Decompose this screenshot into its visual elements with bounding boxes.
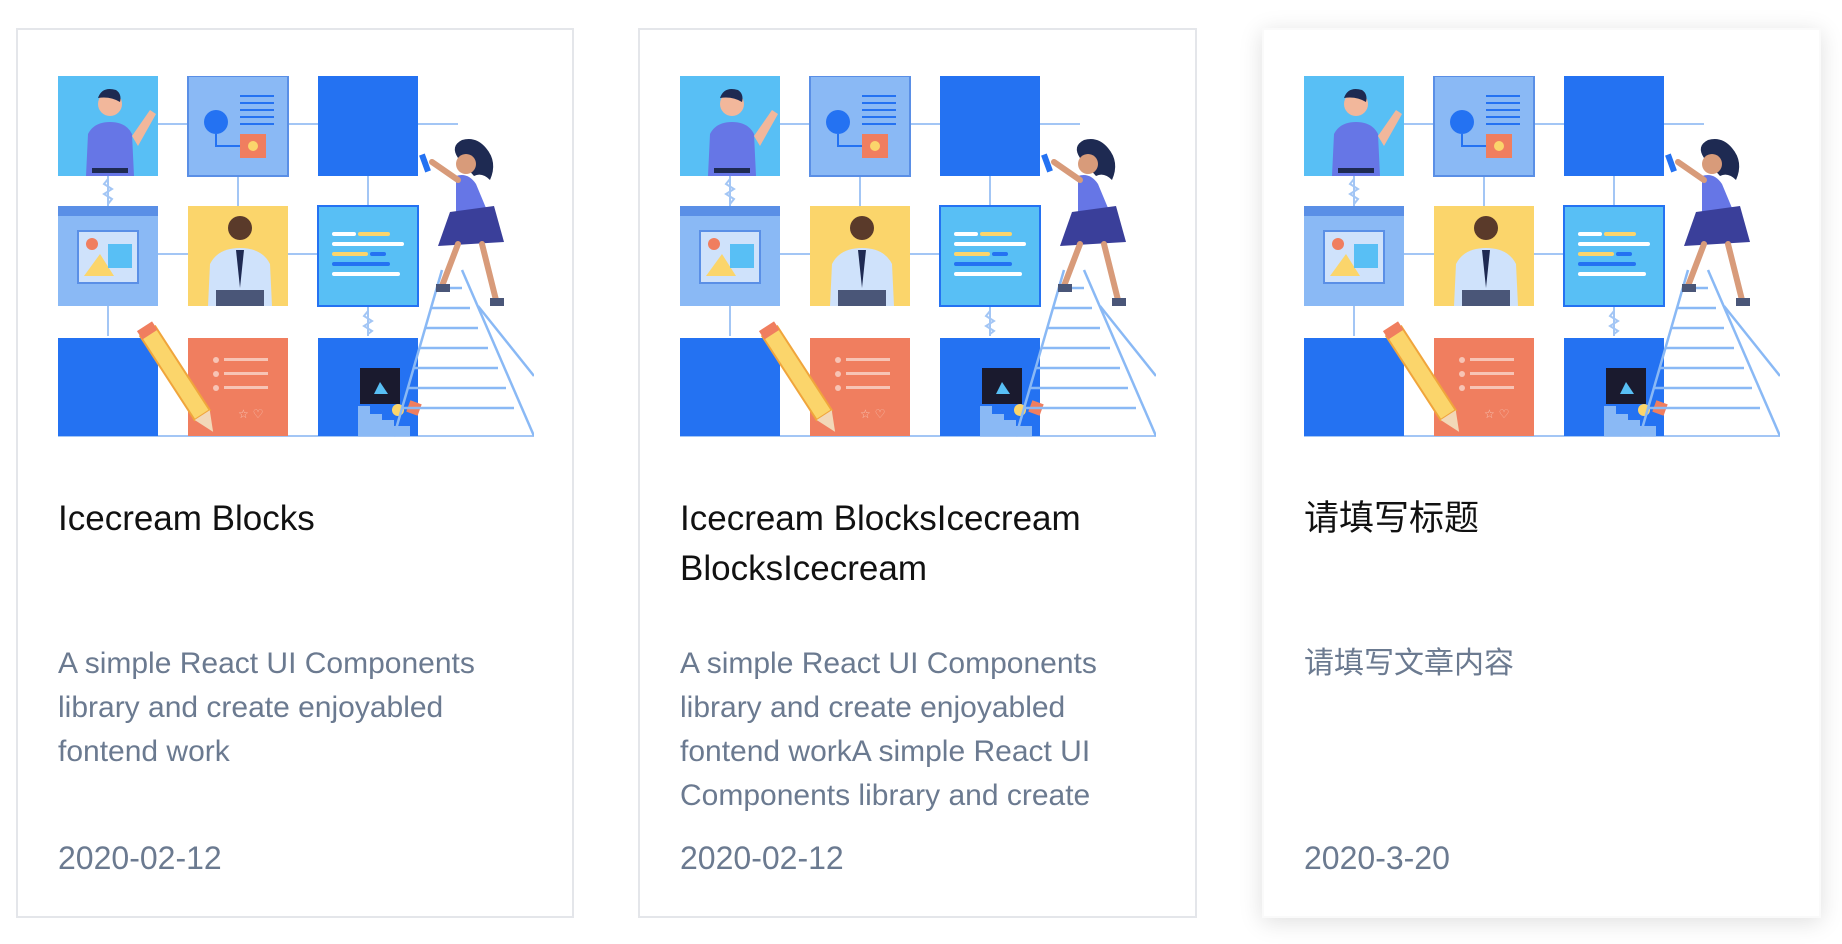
- team-building-blocks-illustration: [680, 76, 1156, 440]
- card-title[interactable]: 请填写标题: [1304, 494, 1774, 544]
- team-building-blocks-illustration: [1304, 76, 1780, 440]
- article-card-3[interactable]: 请填写标题 请填写文章内容 2020-3-20: [1262, 28, 1821, 918]
- card-date: 2020-3-20: [1304, 840, 1450, 876]
- card-date: 2020-02-12: [58, 840, 222, 876]
- article-card-1[interactable]: Icecream Blocks A simple React UI Compon…: [16, 28, 574, 918]
- card-description: A simple React UI Components library and…: [58, 647, 475, 768]
- card-date: 2020-02-12: [680, 840, 844, 876]
- card-grid: Icecream Blocks A simple React UI Compon…: [0, 0, 1842, 944]
- team-building-blocks-illustration: [58, 76, 534, 440]
- card-title[interactable]: Icecream Blocks: [58, 494, 528, 544]
- card-description: 请填写文章内容: [1304, 647, 1514, 680]
- article-card-2[interactable]: Icecream BlocksIcecream BlocksIcecream A…: [638, 28, 1197, 918]
- card-title[interactable]: Icecream BlocksIcecream BlocksIcecream: [680, 494, 1150, 594]
- card-description: A simple React UI Components library and…: [680, 647, 1097, 812]
